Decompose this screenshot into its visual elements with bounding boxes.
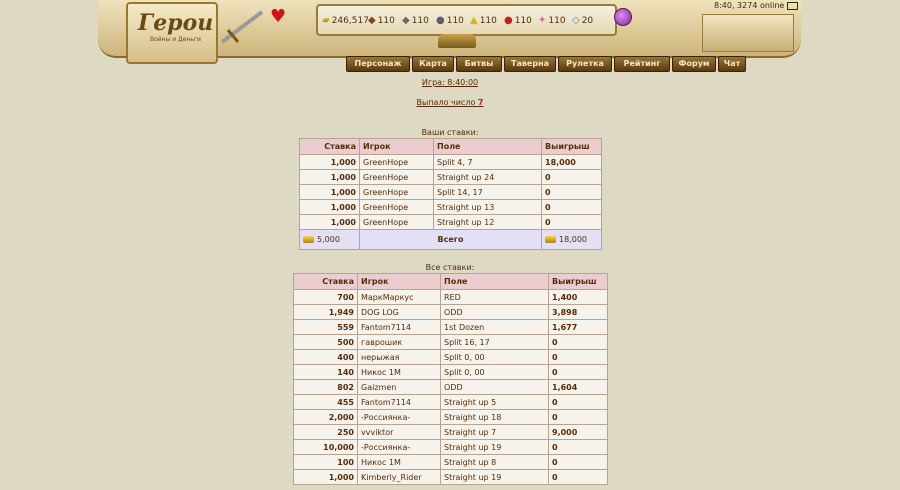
table-row: 700 МаркМаркус RED 1,400: [293, 289, 608, 305]
resource-gems: ✦ 110: [538, 15, 566, 26]
table-header-row: Ставка Игрок Поле Выигрыш: [299, 138, 602, 155]
gold-icon: ▰: [322, 15, 330, 26]
table-row: 1,000 GreenHope Straight up 13 0: [299, 199, 602, 215]
castle-image: [702, 14, 794, 52]
menu-item-forum[interactable]: Форум: [672, 56, 716, 72]
col-field: Поле: [440, 273, 549, 290]
table-row: 2,000 -Россиянка- Straight up 18 0: [293, 409, 608, 425]
table-row: 400 нерыжая Split 0, 00 0: [293, 349, 608, 365]
total-row: 5,000 Всего 18,000: [299, 229, 602, 250]
gold-icon: [303, 236, 314, 243]
menu-item-chat[interactable]: Чат: [718, 56, 746, 72]
roulette-result: Выпало число 7: [0, 98, 900, 107]
table-row: 1,000 GreenHope Split 14, 17 0: [299, 184, 602, 200]
wood-icon: ◆: [368, 15, 376, 26]
table-row: 559 Fantom7114 1st Dozen 1,677: [293, 319, 608, 335]
table-row: 1,000 Kimberly_Rider Straight up 19 0: [293, 469, 608, 485]
col-win: Выигрыш: [541, 138, 602, 155]
total-label: Всего: [359, 229, 542, 250]
resource-gold: ▰ 246,517: [322, 15, 369, 26]
header-emblem: [438, 34, 476, 48]
logo-subtitle: Войны и Деньги: [150, 36, 201, 43]
table-row: 1,000 GreenHope Straight up 12 0: [299, 214, 602, 230]
all-bets-caption: Все ставки:: [425, 263, 475, 272]
sword-icon: [220, 10, 264, 44]
online-status: 8:40, 3274 online: [714, 1, 798, 10]
table-row: 1,000 GreenHope Split 4, 7 18,000: [299, 154, 602, 170]
diamond-icon: ◇: [572, 15, 580, 26]
table-row: 802 Gaizmen ODD 1,604: [293, 379, 608, 395]
resource-bar: ▰ 246,517 ◆ 110 ◆ 110 ● 110 ▲ 110 ● 110 ✦ 110 ◇…: [316, 4, 617, 36]
col-win: Выигрыш: [548, 273, 608, 290]
ore-icon: ◆: [402, 15, 410, 26]
table-row: 500 гаврошик Split 16, 17 0: [293, 334, 608, 350]
online-status-text: 8:40, 3274 online: [714, 1, 785, 10]
col-player: Игрок: [359, 138, 434, 155]
total-stake: 5,000: [299, 229, 360, 250]
game-header: Герои Войны и Деньги ♥ ▰ 246,517 ◆ 110 ◆ 11…: [98, 0, 801, 74]
resource-sulfur: ▲ 110: [470, 15, 497, 26]
potion-icon[interactable]: [614, 8, 632, 26]
all-bets-table: Ставка Игрок Поле Выигрыш 700 МаркМаркус R…: [293, 273, 608, 485]
total-win: 18,000: [541, 229, 602, 250]
table-row: 100 Никос 1M Straight up 80: [293, 454, 608, 470]
game-time: Игра: 8:40:00: [0, 78, 900, 87]
table-header-row: Ставка Игрок Поле Выигрыш: [293, 273, 608, 290]
resource-diamond: ◇ 20: [572, 15, 594, 26]
table-row: 455 Fantom7114 Straight up 50: [293, 394, 608, 410]
resource-wood: ◆ 110: [368, 15, 395, 26]
col-field: Поле: [433, 138, 542, 155]
sulfur-icon: ▲: [470, 15, 478, 26]
game-logo[interactable]: Герои Войны и Деньги: [126, 2, 218, 64]
menu-item-rating[interactable]: Рейтинг: [614, 56, 670, 72]
mercury-icon: ●: [436, 15, 445, 26]
your-bets-table: Ставка Игрок Поле Выигрыш 1,000 GreenHope…: [299, 138, 602, 250]
mail-icon[interactable]: [786, 1, 798, 10]
your-bets-caption: Ваши ставки:: [421, 128, 479, 137]
menu-item-map[interactable]: Карта: [412, 56, 454, 72]
resource-ore: ◆ 110: [402, 15, 429, 26]
game-time-link[interactable]: Игра: 8:40:00: [422, 78, 478, 87]
gold-icon: [545, 236, 556, 243]
winning-number: 7: [477, 98, 484, 107]
col-player: Игрок: [357, 273, 441, 290]
crystal-icon: ●: [504, 15, 513, 26]
table-row: 10,000 -Россиянка- Straight up 19 0: [293, 439, 608, 455]
col-stake: Ставка: [299, 138, 360, 155]
col-stake: Ставка: [293, 273, 358, 290]
menu-item-battles[interactable]: Битвы: [456, 56, 502, 72]
table-row: 1,949 DOG LOG ODD 3,898: [293, 304, 608, 320]
logo-title: Герои: [138, 10, 214, 36]
table-row: 140 Никос 1M Split 0, 00 0: [293, 364, 608, 380]
health-heart-icon[interactable]: ♥: [270, 8, 286, 26]
menu-item-tavern[interactable]: Таверна: [504, 56, 556, 72]
gems-icon: ✦: [538, 15, 547, 26]
resource-mercury: ● 110: [436, 15, 464, 26]
table-row: 250 vvviktor Straight up 7 9,000: [293, 424, 608, 440]
menu-item-character[interactable]: Персонаж: [346, 56, 410, 72]
roulette-result-link[interactable]: Выпало число 7: [417, 98, 484, 107]
menu-item-roulette[interactable]: Рулетка: [558, 56, 612, 72]
table-row: 1,000 GreenHope Straight up 24 0: [299, 169, 602, 185]
resource-crystal: ● 110: [504, 15, 532, 26]
